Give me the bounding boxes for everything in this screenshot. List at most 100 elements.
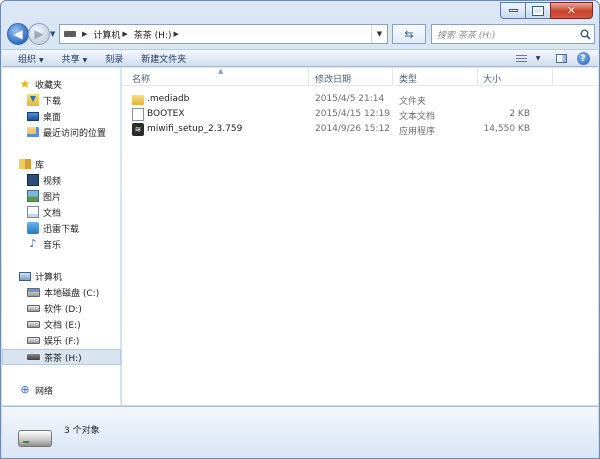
column-header-size[interactable]: 大小	[483, 72, 501, 85]
column-divider[interactable]	[308, 68, 309, 86]
table-row[interactable]: BOOTEX 2015/4/15 12:19 文本文档 2 KB	[122, 108, 598, 122]
maximize-button[interactable]	[525, 2, 551, 19]
nav-drive-e[interactable]: 文档 (E:)	[2, 316, 121, 332]
views-dropdown-icon[interactable]: ▼	[532, 50, 544, 67]
nav-label: 软件 (D:)	[44, 304, 82, 315]
nav-pictures[interactable]: 图片	[2, 188, 121, 204]
file-size: 14,550 KB	[483, 124, 530, 134]
change-view-button[interactable]	[510, 50, 532, 67]
nav-desktop[interactable]: 桌面	[2, 108, 121, 124]
close-icon: ✕	[566, 4, 577, 17]
nav-videos[interactable]: 视频	[2, 172, 121, 188]
nav-label: 文档 (E:)	[44, 320, 81, 331]
views-icon	[515, 54, 527, 63]
preview-pane-button[interactable]	[550, 50, 572, 67]
nav-libraries[interactable]: 库	[2, 156, 121, 172]
share-button[interactable]: 共享 ▼	[53, 52, 97, 65]
nav-network[interactable]: ⊕ 网络	[2, 382, 121, 398]
file-modified: 2015/4/5 21:14	[315, 94, 385, 104]
preview-pane-icon	[555, 54, 567, 63]
system-drive-icon	[27, 287, 40, 297]
minimize-button[interactable]	[500, 2, 526, 19]
table-row[interactable]: ≋ miwifi_setup_2.3.759 2014/9/26 15:12 应…	[122, 123, 598, 137]
usb-drive-icon	[27, 354, 40, 360]
minimize-icon	[508, 9, 518, 12]
table-row[interactable]: .mediadb 2015/4/5 21:14 文件夹	[122, 93, 598, 107]
help-button[interactable]: ?	[572, 50, 594, 67]
nav-xunlei-downloads[interactable]: 迅雷下载	[2, 220, 121, 236]
video-library-icon	[27, 174, 39, 186]
organize-button[interactable]: 组织 ▼	[2, 52, 53, 65]
usb-drive-icon	[18, 430, 52, 447]
column-header-type[interactable]: 类型	[399, 72, 417, 85]
nav-label: 收藏夹	[35, 80, 63, 91]
breadcrumb-drive-h[interactable]: 茶茶 (H:)	[134, 28, 172, 41]
burn-button[interactable]: 刻录	[96, 52, 132, 65]
forward-button[interactable]: ▶	[28, 23, 50, 45]
file-modified: 2015/4/15 12:19	[315, 109, 390, 119]
nav-drive-h[interactable]: 茶茶 (H:)	[2, 349, 121, 365]
nav-label: 图片	[43, 192, 62, 203]
search-box[interactable]: 搜索 茶茶 (H:)	[431, 24, 595, 44]
address-row: ◀ ▶ ▼ ▶ 计算机 ▶ 茶茶 (H:) ▶ ▼ ⇆ 搜索 茶茶 (H:)	[7, 23, 595, 45]
file-name: miwifi_setup_2.3.759	[147, 124, 243, 134]
close-button[interactable]: ✕	[550, 2, 593, 19]
nav-recent-places[interactable]: 最近访问的位置	[2, 124, 121, 140]
nav-favorites[interactable]: ★ 收藏夹	[2, 76, 121, 92]
nav-label: 计算机	[35, 272, 63, 283]
nav-documents[interactable]: 文档	[2, 204, 121, 220]
column-header-name[interactable]: 名称	[132, 72, 150, 85]
music-note-icon: ♪	[29, 237, 37, 250]
nav-label: 娱乐 (F:)	[44, 336, 80, 347]
address-bar[interactable]: ▶ 计算机 ▶ 茶茶 (H:) ▶ ▼	[59, 24, 388, 44]
column-divider[interactable]	[477, 68, 478, 86]
xunlei-icon	[27, 222, 39, 234]
column-headers: ▲ 名称 修改日期 类型 大小	[122, 67, 598, 86]
downloads-folder-icon	[27, 94, 39, 106]
text-file-icon	[132, 108, 144, 121]
star-icon: ★	[19, 77, 31, 91]
nav-label: 迅雷下载	[43, 224, 80, 235]
column-divider[interactable]	[552, 68, 553, 86]
chevron-right-icon[interactable]: ▶	[82, 30, 87, 38]
nav-downloads[interactable]: 下载	[2, 92, 121, 108]
nav-drive-d[interactable]: 软件 (D:)	[2, 300, 121, 316]
search-input[interactable]: 搜索 茶茶 (H:)	[437, 28, 576, 41]
chevron-down-icon: ▼	[82, 56, 88, 64]
nav-label: 下载	[43, 96, 62, 107]
nav-label: 库	[35, 160, 45, 171]
column-header-modified[interactable]: 修改日期	[315, 72, 351, 85]
computer-icon	[19, 271, 31, 281]
nav-label: 最近访问的位置	[43, 128, 107, 139]
nav-drive-f[interactable]: 娱乐 (F:)	[2, 332, 121, 348]
caption-buttons: ✕	[500, 2, 593, 19]
sort-ascending-icon: ▲	[218, 67, 224, 75]
chevron-right-icon[interactable]: ▶	[122, 30, 127, 38]
hard-drive-icon	[27, 304, 40, 312]
chevron-down-icon: ▼	[39, 56, 44, 64]
refresh-button[interactable]: ⇆	[392, 24, 426, 44]
address-dropdown-icon[interactable]: ▼	[371, 25, 387, 43]
breadcrumb-computer[interactable]: 计算机	[93, 28, 120, 41]
desktop-icon	[27, 111, 39, 121]
nav-computer[interactable]: 计算机	[2, 268, 121, 284]
drive-icon	[64, 31, 76, 37]
nav-label: 茶茶 (H:)	[44, 353, 82, 364]
column-divider[interactable]	[392, 68, 393, 86]
maximize-icon	[532, 5, 544, 16]
new-folder-button[interactable]: 新建文件夹	[132, 52, 195, 65]
file-type: 应用程序	[399, 127, 436, 137]
hard-drive-icon	[27, 320, 40, 328]
file-type: 文本文档	[399, 112, 436, 122]
recent-pages-dropdown[interactable]: ▼	[50, 30, 55, 38]
explorer-window: ✕ ◀ ▶ ▼ ▶ 计算机 ▶ 茶茶 (H:) ▶ ▼ ⇆ 搜索 茶茶 (H:)…	[0, 0, 600, 459]
organize-label: 组织	[18, 54, 37, 65]
search-icon[interactable]	[576, 25, 594, 43]
back-button[interactable]: ◀	[7, 23, 29, 45]
item-count: 3 个对象	[64, 426, 100, 436]
chevron-right-icon[interactable]: ▶	[173, 30, 178, 38]
nav-music[interactable]: ♪ 音乐	[2, 236, 121, 252]
nav-drive-c[interactable]: 本地磁盘 (C:)	[2, 284, 121, 300]
libraries-icon	[19, 159, 31, 169]
share-label: 共享	[61, 54, 80, 65]
